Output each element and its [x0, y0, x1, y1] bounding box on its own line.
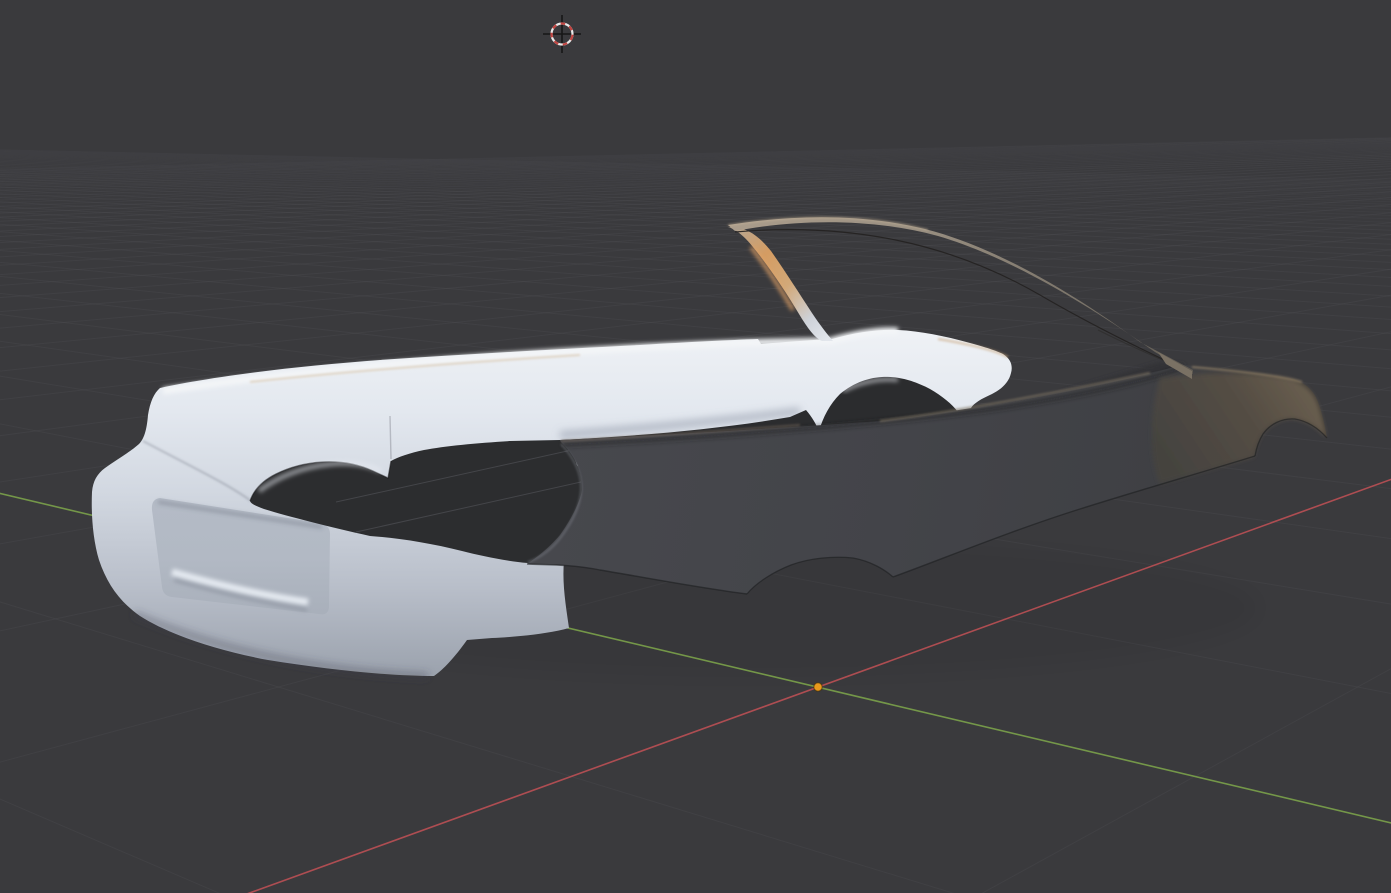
- viewport-3d[interactable]: [0, 0, 1391, 893]
- quarter-panel-seam: [389, 415, 392, 460]
- object-origin-dot: [813, 682, 823, 692]
